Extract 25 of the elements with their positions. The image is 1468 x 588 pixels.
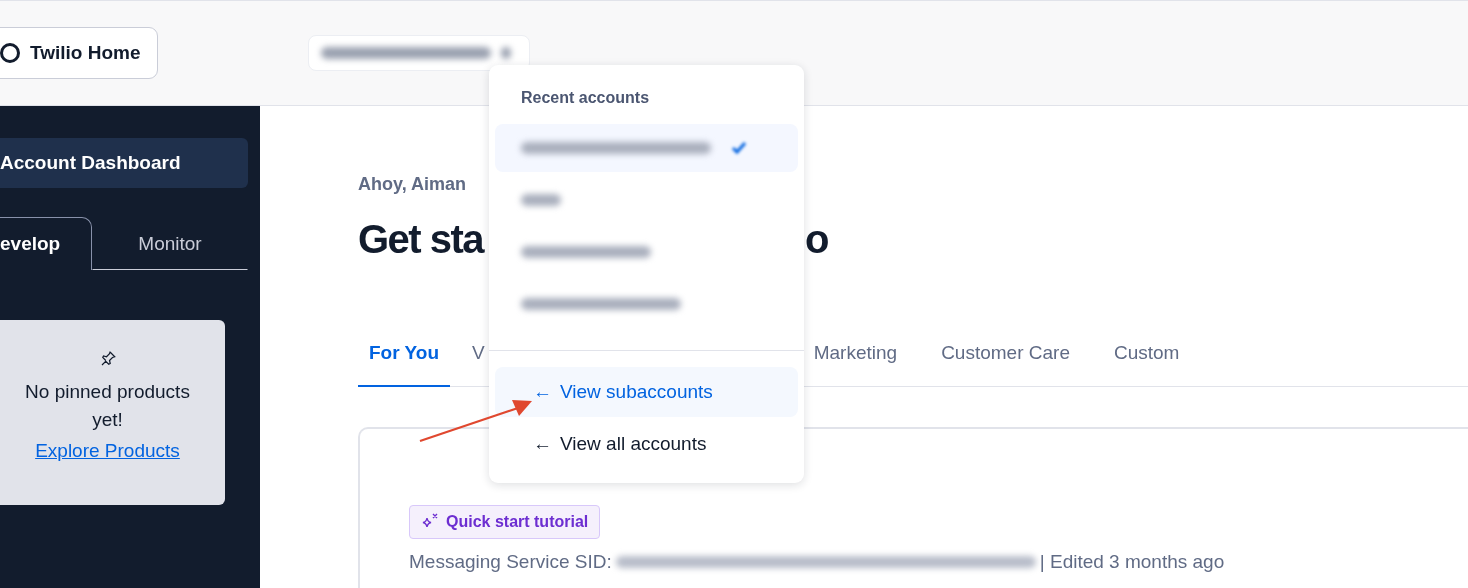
redacted-account-name xyxy=(521,194,561,206)
greeting: Ahoy, Aiman xyxy=(358,174,467,195)
sid-label: Messaging Service SID: xyxy=(409,551,612,573)
explore-products-link[interactable]: Explore Products xyxy=(35,440,180,462)
category-tab[interactable]: For You xyxy=(358,335,451,387)
sidebar-tab[interactable]: Monitor xyxy=(92,217,248,270)
page-heading-end: o xyxy=(805,216,829,262)
account-switcher[interactable] xyxy=(308,35,531,71)
dropdown-heading: Recent accounts xyxy=(520,89,651,107)
page-heading: Get sta xyxy=(358,216,484,262)
sidebar-item[interactable]: Account Dashboard xyxy=(0,138,248,188)
edited-time: | Edited 3 months ago xyxy=(1039,551,1225,573)
quick-start-badge[interactable]: Quick start tutorial xyxy=(409,505,601,539)
check-icon xyxy=(731,141,747,155)
account-action[interactable]: ← View subaccounts xyxy=(495,367,798,417)
home-button[interactable]: Twilio Home xyxy=(0,27,159,79)
category-tab[interactable]: V xyxy=(472,335,485,387)
category-tab[interactable]: Custom xyxy=(1102,335,1191,387)
account-action[interactable]: ← View all accounts xyxy=(495,419,798,469)
empty-message: No pinned products yet! xyxy=(24,380,191,432)
category-tab[interactable]: Marketing xyxy=(802,335,909,387)
category-tab[interactable]: Customer Care xyxy=(930,335,1081,387)
account-item[interactable] xyxy=(495,124,798,172)
sidebar-tab[interactable]: evelop xyxy=(0,217,92,270)
circle-logo-icon xyxy=(0,42,21,64)
